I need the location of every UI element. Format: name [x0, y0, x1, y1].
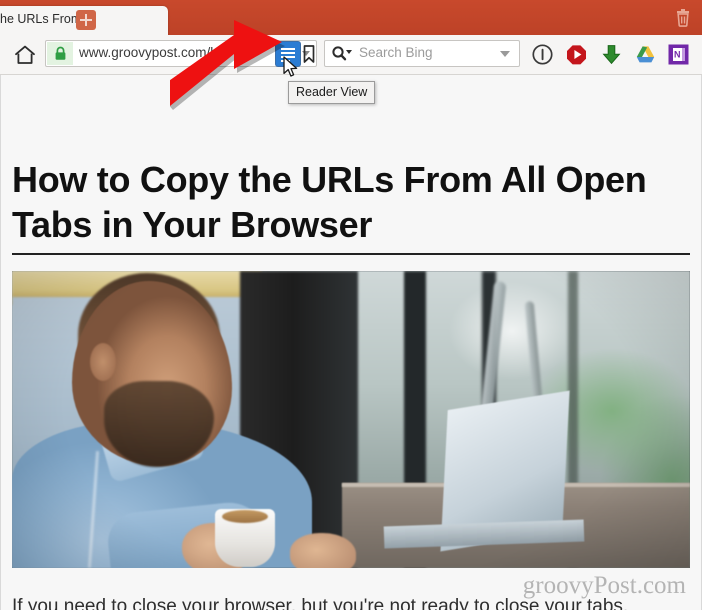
reader-view-tooltip: Reader View — [288, 81, 376, 104]
body-paragraph: If you need to close your browser, but y… — [12, 596, 629, 610]
title-divider — [12, 253, 690, 255]
search-icon[interactable] — [331, 45, 353, 62]
video-download-extension-icon[interactable] — [565, 43, 588, 66]
new-tab-button[interactable] — [76, 10, 96, 30]
tab-strip: he URLs From — [0, 0, 702, 35]
browser-window: he URLs From www.groovypost.com/h Search… — [0, 0, 702, 610]
search-bar[interactable]: Search Bing — [324, 40, 520, 67]
page-border-left — [0, 75, 1, 610]
hero-image — [12, 271, 690, 568]
bookmark-icon[interactable] — [296, 41, 322, 67]
onenote-extension-icon[interactable]: N — [667, 43, 690, 66]
search-placeholder-text: Search Bing — [359, 45, 433, 60]
svg-text:N: N — [674, 50, 681, 60]
tab-title: he URLs From — [0, 12, 82, 26]
info-circle-extension-icon[interactable] — [531, 43, 554, 66]
chevron-down-icon[interactable] — [500, 51, 510, 57]
trash-icon[interactable] — [672, 7, 694, 29]
navigation-toolbar: www.groovypost.com/h Search Bing N — [0, 35, 702, 75]
page-content: How to Copy the URLs From All Open Tabs … — [0, 75, 702, 610]
lock-icon[interactable] — [47, 42, 73, 65]
article-title: How to Copy the URLs From All Open Tabs … — [12, 159, 647, 246]
google-drive-extension-icon[interactable] — [634, 43, 657, 66]
home-icon[interactable] — [13, 43, 37, 67]
download-arrow-extension-icon[interactable] — [600, 43, 623, 66]
url-text: www.groovypost.com/h — [79, 45, 218, 60]
